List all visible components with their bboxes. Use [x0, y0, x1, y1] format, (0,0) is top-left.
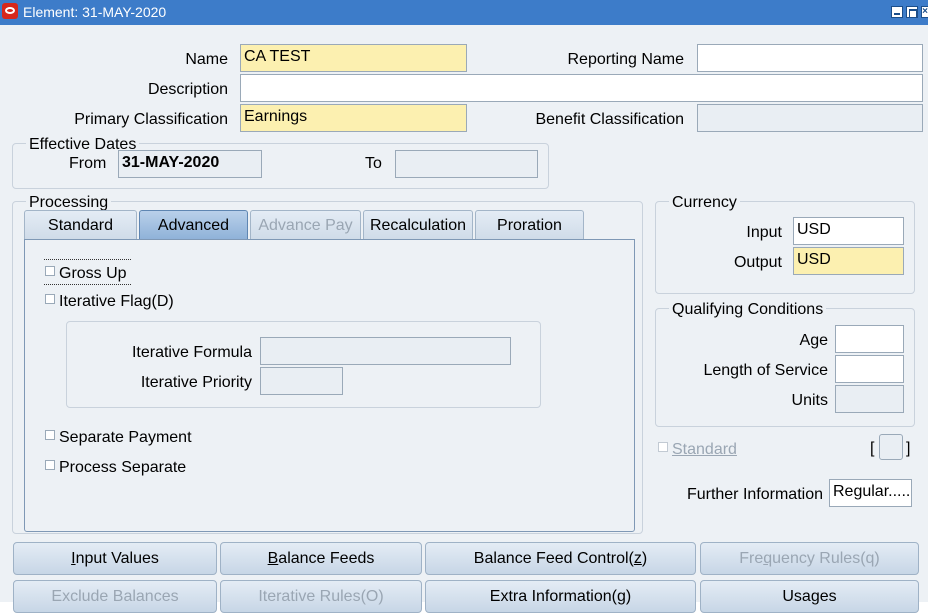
access-key: q: [763, 550, 773, 567]
currency-input-field[interactable]: USD: [793, 217, 904, 245]
button-text: alance Feeds: [278, 550, 375, 567]
usages-button[interactable]: Usages: [700, 580, 919, 613]
iterative-rules-button: Iterative Rules(O): [220, 580, 422, 613]
currency-output-field[interactable]: USD: [793, 247, 904, 275]
bracket-close: ]: [906, 440, 911, 457]
separate-payment-label: Separate Payment: [59, 429, 192, 446]
button-text: Extra Information(g): [489, 588, 632, 605]
standard-label: Standard: [672, 441, 737, 458]
further-information-label: Further Information: [686, 486, 823, 503]
button-text: Exclude Balances: [51, 588, 179, 605]
description-field[interactable]: [240, 74, 923, 102]
process-separate-checkbox[interactable]: [45, 460, 55, 470]
title-bar: Element: 31-MAY-2020 ×: [0, 0, 928, 25]
name-field[interactable]: CA TEST: [240, 44, 467, 72]
to-label: To: [365, 155, 382, 172]
access-key: B: [267, 550, 279, 567]
length-of-service-label: Length of Service: [703, 362, 828, 379]
iterative-formula-field[interactable]: [260, 337, 511, 365]
gross-up-label: Gross Up: [59, 265, 127, 282]
input-values-button[interactable]: Input Values: [13, 542, 217, 575]
iterative-flag-checkbox[interactable]: [45, 294, 55, 304]
tab-recalculation[interactable]: Recalculation: [363, 210, 473, 240]
focus-indicator: [44, 284, 131, 285]
exclude-balances-button: Exclude Balances: [13, 580, 217, 613]
button-text: Balance Feed Control(: [473, 550, 634, 567]
description-label: Description: [147, 81, 228, 98]
tab-advance-pay: Advance Pay: [250, 210, 361, 240]
access-key: z: [633, 550, 642, 567]
from-label: From: [69, 155, 107, 172]
gross-up-checkbox[interactable]: [45, 266, 55, 276]
balance-feeds-button[interactable]: Balance Feeds: [220, 542, 422, 575]
separate-payment-checkbox[interactable]: [45, 430, 55, 440]
focus-indicator: [44, 259, 131, 260]
reporting-name-label: Reporting Name: [567, 51, 685, 68]
tab-proration[interactable]: Proration: [475, 210, 584, 240]
currency-output-label: Output: [733, 254, 782, 271]
units-field: [835, 385, 904, 413]
qualifying-conditions-title: Qualifying Conditions: [669, 301, 827, 319]
currency-input-label: Input: [746, 224, 782, 241]
age-label: Age: [799, 332, 828, 349]
process-separate-label: Process Separate: [59, 459, 187, 476]
frequency-rules-button: Frequency Rules(q): [700, 542, 919, 575]
window-title: Element: 31-MAY-2020: [23, 4, 167, 20]
tab-advanced[interactable]: Advanced: [139, 210, 248, 240]
maximize-icon[interactable]: [906, 6, 918, 18]
to-date-field[interactable]: [395, 150, 538, 178]
iterative-priority-field[interactable]: [260, 367, 343, 395]
reporting-name-field[interactable]: [697, 44, 923, 72]
benefit-classification-label: Benefit Classification: [535, 111, 684, 128]
extra-information-button[interactable]: Extra Information(g): [425, 580, 696, 613]
button-text: Usages: [782, 588, 837, 605]
primary-classification-label: Primary Classification: [74, 111, 228, 128]
oracle-app-icon: [2, 3, 18, 19]
length-of-service-field[interactable]: [835, 355, 904, 383]
button-text: uency Rules(q): [772, 550, 880, 567]
close-icon[interactable]: ×: [921, 6, 928, 18]
balance-feed-control-button[interactable]: Balance Feed Control(z): [425, 542, 696, 575]
iterative-flag-label: Iterative Flag(D): [59, 293, 174, 310]
minimize-icon[interactable]: [891, 6, 903, 18]
bracket-open: [: [870, 440, 875, 457]
name-label: Name: [185, 51, 228, 68]
primary-classification-field[interactable]: Earnings: [240, 104, 467, 132]
age-field[interactable]: [835, 325, 904, 353]
button-text: ): [641, 550, 648, 567]
iterative-priority-label: Iterative Priority: [140, 374, 252, 391]
button-text: nput Values: [75, 550, 159, 567]
iterative-formula-label: Iterative Formula: [131, 344, 252, 361]
currency-title: Currency: [669, 194, 740, 212]
further-information-field[interactable]: Regular.....: [829, 479, 912, 507]
from-date-field[interactable]: 31-MAY-2020: [118, 150, 262, 178]
button-text: Iterative Rules(O): [258, 588, 384, 605]
standard-checkbox: [658, 442, 668, 452]
tab-standard[interactable]: Standard: [24, 210, 137, 240]
units-label: Units: [791, 392, 828, 409]
button-text: Fre: [739, 550, 764, 567]
benefit-classification-field: [697, 104, 923, 132]
flexfield-box[interactable]: [879, 434, 903, 460]
